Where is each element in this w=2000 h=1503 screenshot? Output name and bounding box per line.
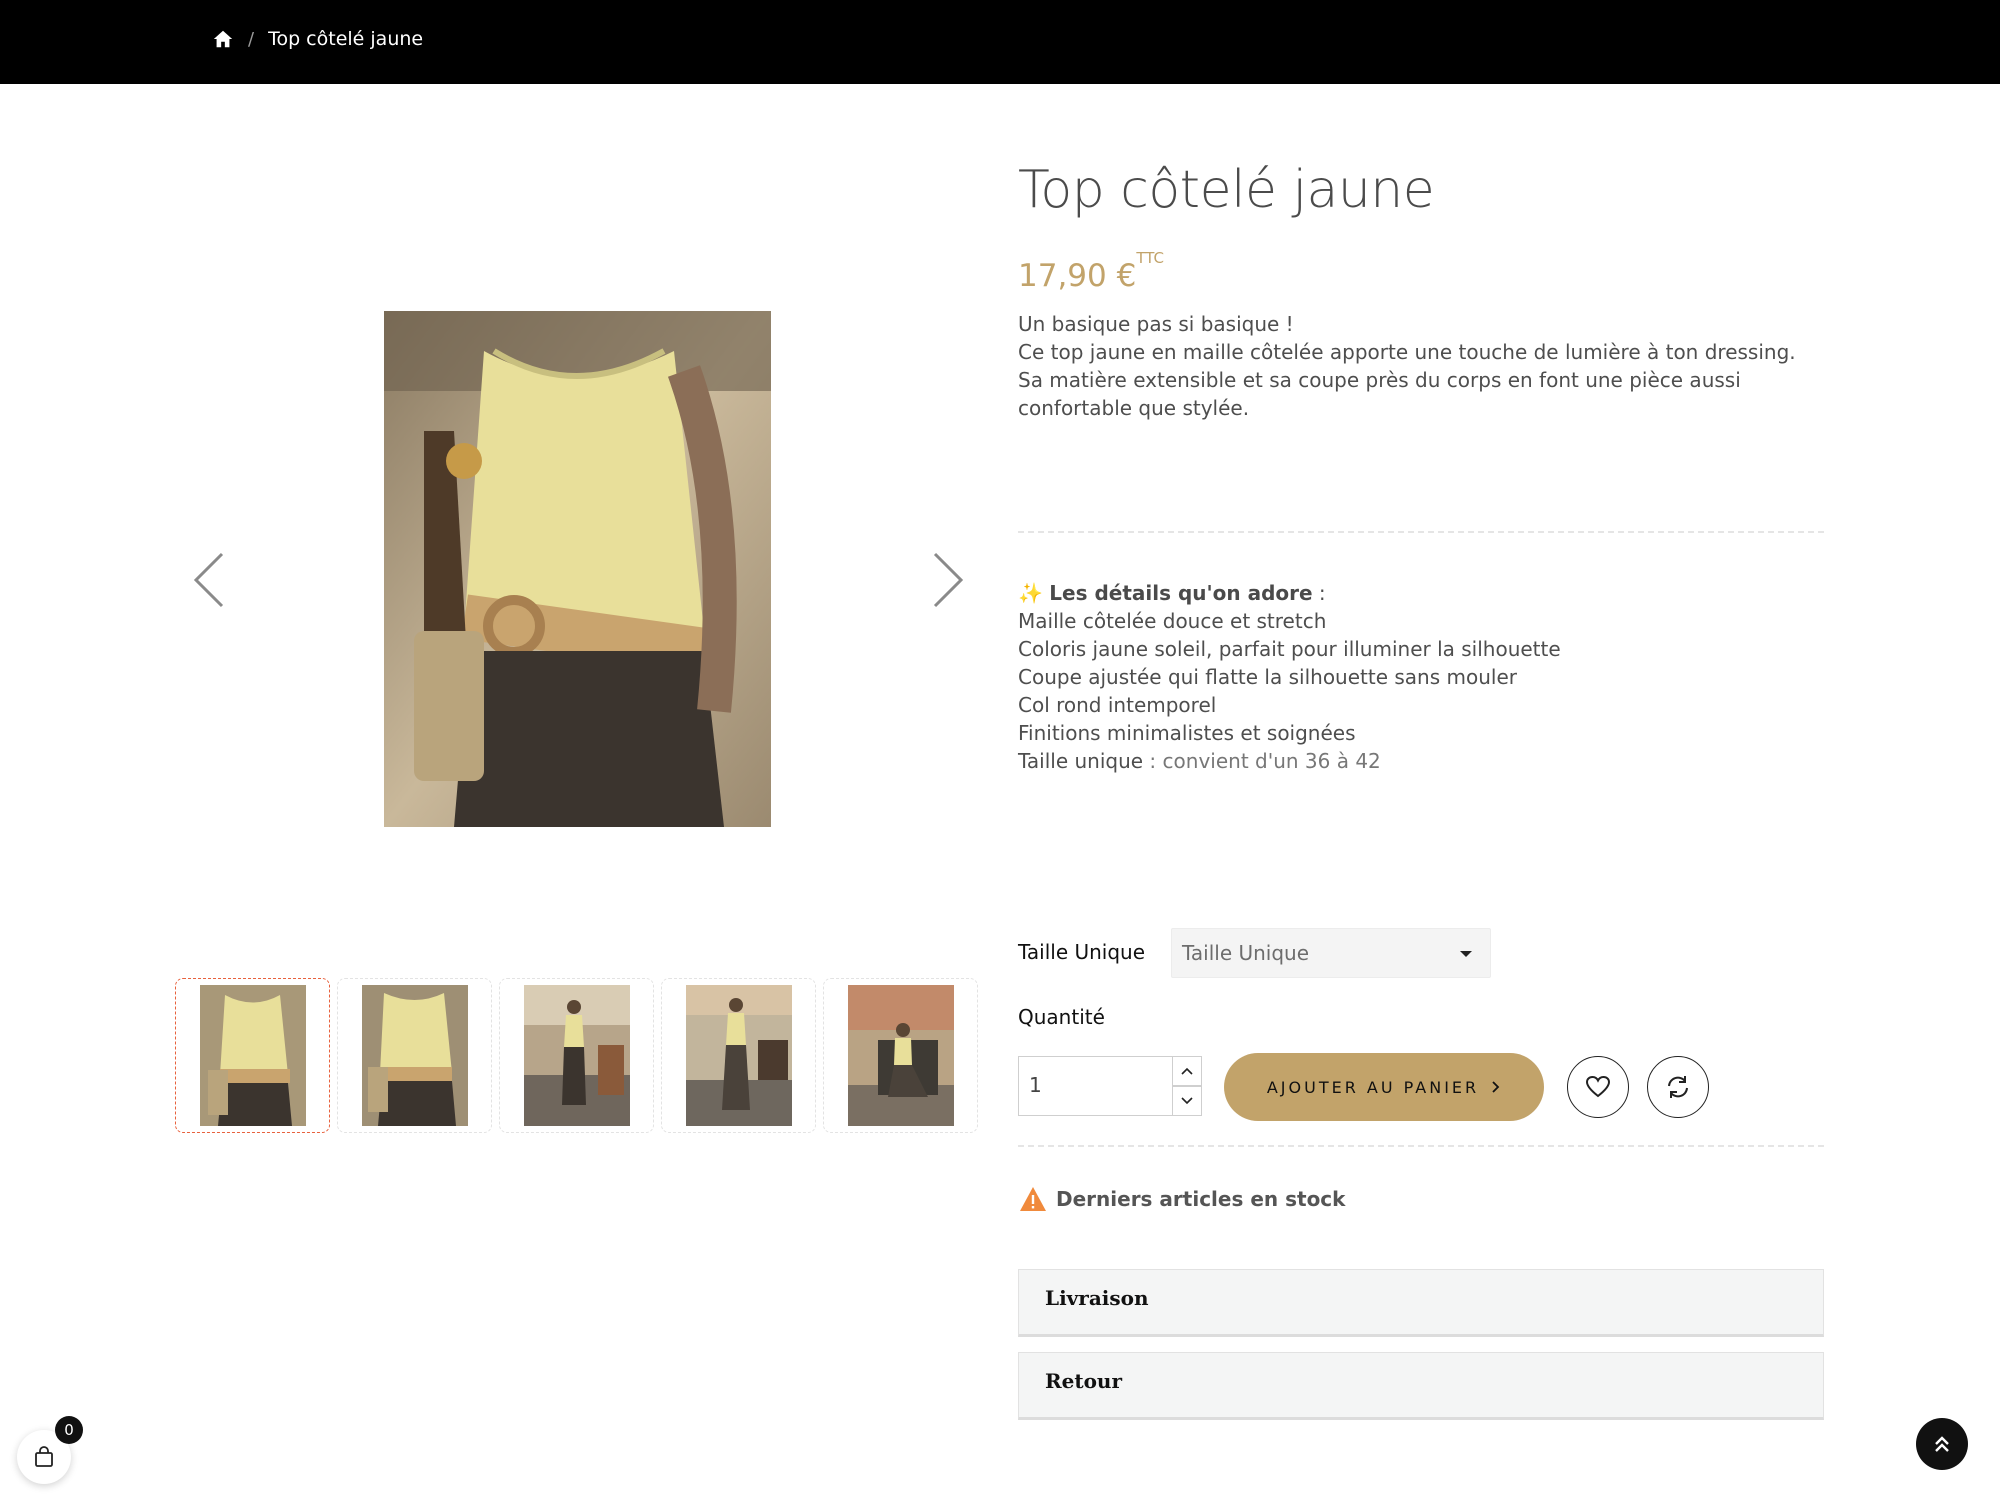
product-description: Un basique pas si basique ! Ce top jaune… [1018,310,1818,422]
product-price: 17,90 €TTC [1018,249,1164,294]
add-to-cart-label: AJOUTER AU PANIER [1266,1077,1480,1097]
thumbnail-image [523,985,630,1126]
stock-text: Derniers articles en stock [1056,1187,1346,1211]
chevron-right-icon [1492,1081,1500,1093]
accordion-retour[interactable]: Retour [1018,1352,1824,1420]
details-item: Coupe ajustée qui flatte la silhouette s… [1018,665,1517,689]
product-main-image[interactable] [384,311,771,827]
size-line-value: : convient d'un 36 à 42 [1143,749,1381,773]
refresh-icon [1668,1076,1688,1098]
details-item: Coloris jaune soleil, parfait pour illum… [1018,637,1561,661]
back-to-top-button[interactable] [1916,1418,1968,1470]
stock-status: Derniers articles en stock [1018,1185,1345,1213]
cart-count-badge: 0 [55,1416,83,1444]
gallery-next-arrow-icon[interactable] [927,550,967,610]
chevron-down-icon [1181,1097,1193,1105]
thumbnail-image [685,985,792,1126]
caret-down-icon [1460,951,1472,957]
thumbnail-3[interactable] [499,978,654,1133]
size-selected-value: Taille Unique [1182,941,1310,965]
quantity-label: Quantité [1018,1005,1105,1029]
accordion-livraison[interactable]: Livraison [1018,1269,1824,1337]
description-line: Un basique pas si basique ! [1018,312,1294,336]
details-colon: : [1312,581,1326,605]
thumbnail-strip [175,978,978,1133]
shopping-bag-icon [35,1446,53,1467]
size-line-label: Taille unique [1018,749,1144,773]
thumbnail-5[interactable] [823,978,978,1133]
thumbnail-image [847,985,954,1126]
divider [1018,531,1824,533]
details-item: Finitions minimalistes et soignées [1018,721,1356,745]
breadcrumb-separator: / [248,28,255,50]
product-details: ✨ Les détails qu'on adore : Maille côtel… [1018,579,1818,775]
size-label: Taille Unique [1018,940,1146,964]
home-icon[interactable] [212,28,234,50]
description-line: Sa matière extensible et sa coupe près d… [1018,368,1741,392]
description-line: confortable que stylée. [1018,396,1250,420]
chevron-up-icon [1181,1067,1193,1075]
thumbnail-image [199,985,306,1126]
top-bar: / Top côtelé jaune [0,0,2000,84]
price-tax-label: TTC [1136,248,1164,267]
breadcrumb: / Top côtelé jaune [212,28,423,50]
wishlist-button[interactable] [1567,1056,1629,1118]
thumbnail-image [361,985,468,1126]
description-line: Ce top jaune en maille côtelée apporte u… [1018,340,1796,364]
details-heading: Les détails qu'on adore [1049,581,1313,605]
thumbnail-4[interactable] [661,978,816,1133]
gallery-prev-arrow-icon[interactable] [190,550,230,610]
details-item: Maille côtelée douce et stretch [1018,609,1327,633]
details-size-line: Taille unique : convient d'un 36 à 42 [1018,747,1818,775]
product-title: Top côtelé jaune [1018,160,1435,220]
warning-icon [1020,1187,1046,1211]
quantity-increase-button[interactable] [1172,1056,1202,1086]
divider [1018,1145,1824,1147]
add-to-cart-button[interactable]: AJOUTER AU PANIER [1224,1053,1544,1121]
heart-icon [1585,1075,1611,1098]
size-select[interactable]: Taille Unique [1171,928,1491,978]
thumbnail-1[interactable] [175,978,330,1133]
sparkle-icon: ✨ [1018,581,1043,605]
compare-button[interactable] [1647,1056,1709,1118]
double-chevron-up-icon [1935,1436,1949,1452]
details-heading-line: ✨ Les détails qu'on adore : [1018,579,1818,607]
quantity-decrease-button[interactable] [1172,1086,1202,1116]
breadcrumb-current: Top côtelé jaune [268,28,424,50]
details-item: Col rond intemporel [1018,693,1217,717]
thumbnail-2[interactable] [337,978,492,1133]
price-amount: 17,90 € [1018,258,1137,294]
quantity-input[interactable]: 1 [1018,1056,1173,1116]
